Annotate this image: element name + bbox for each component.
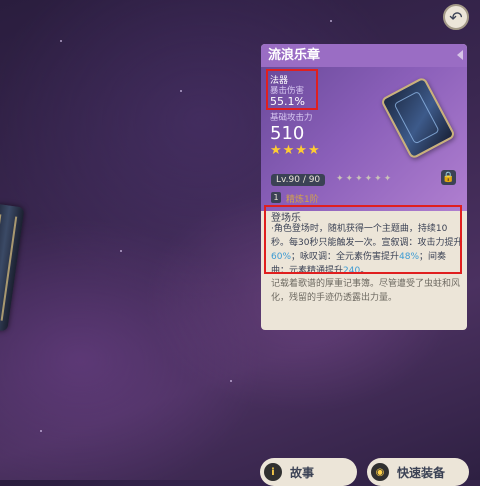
weapon-name: 流浪乐章 xyxy=(268,48,321,63)
story-button[interactable]: i 故事 xyxy=(260,458,357,486)
secondary-stat-value: 55.1% xyxy=(270,95,305,108)
background-star xyxy=(230,380,232,382)
background-star xyxy=(40,430,42,432)
elemental-mastery-value: 240 xyxy=(343,266,361,276)
background-star xyxy=(120,250,122,252)
background-star xyxy=(60,40,62,42)
quick-equip-label: 快速装备 xyxy=(397,465,446,480)
ability-text-part: ；咏叹调：全元素伤害提升 xyxy=(291,252,400,262)
background-star xyxy=(330,20,332,22)
corner-triangle-icon xyxy=(457,50,463,60)
weapon-detail-card: 流浪乐章 法器 暴击伤害 55.1% 基础攻击力 510 ★★★★ Lv.90 … xyxy=(261,44,467,330)
catalyst-3d-model xyxy=(0,203,25,332)
background-star xyxy=(180,90,182,92)
ascension-dots: ✦✦✦✦✦✦ xyxy=(336,174,394,184)
base-attack-label: 基础攻击力 xyxy=(270,113,313,123)
story-button-label: 故事 xyxy=(290,465,315,480)
level-badge: Lv.90 / 90 xyxy=(271,174,326,186)
ability-text-part: 。 xyxy=(360,266,370,276)
equip-icon: ◉ xyxy=(371,463,389,481)
lock-button[interactable]: 🔒 xyxy=(441,170,456,185)
info-icon: i xyxy=(264,463,282,481)
base-attack-value: 510 xyxy=(270,123,305,144)
quick-equip-button[interactable]: ◉ 快速装备 xyxy=(367,458,469,486)
passive-ability-description: ·角色登场时，随机获得一个主题曲，持续10秒。每30秒只能触发一次。宣叙调：攻击… xyxy=(271,222,463,278)
weapon-name-header: 流浪乐章 xyxy=(261,44,467,67)
elemental-dmg-bonus-value: 48% xyxy=(399,252,420,262)
back-button[interactable]: ↶ xyxy=(443,4,469,30)
refinement-rank-badge: 1 xyxy=(271,192,281,203)
return-icon: ↶ xyxy=(449,7,463,27)
refinement-label: 精炼1阶 xyxy=(286,195,319,205)
atk-bonus-value: 60% xyxy=(271,252,292,262)
rarity-stars: ★★★★ xyxy=(270,143,321,158)
weapon-lore-text: 记载着歌谱的厚重记事簿。尽管遭受了虫蛀和风化，残留的手迹仍透露出力量。 xyxy=(271,279,461,303)
lock-icon: 🔒 xyxy=(442,172,455,183)
ability-text-part: ·角色登场时，随机获得一个主题曲，持续10秒。每30秒只能触发一次。宣叙调：攻击… xyxy=(271,224,463,248)
